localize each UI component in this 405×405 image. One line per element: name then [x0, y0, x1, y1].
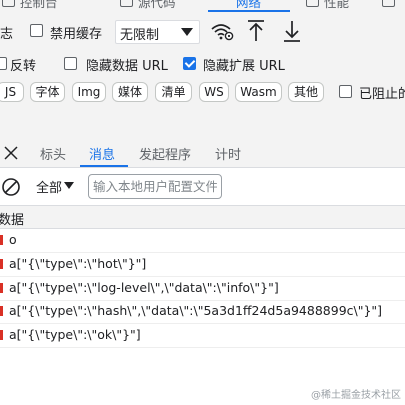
table-row[interactable]: o — [0, 229, 405, 253]
toolbar-spacer — [0, 106, 405, 141]
preserve-log-label: 志 — [0, 27, 14, 42]
disable-cache-checkbox[interactable] — [30, 24, 43, 37]
filter-chip-wasm[interactable]: Wasm — [235, 82, 282, 102]
request-detail-tabs: 标头 消息 发起程序 计时 — [0, 140, 405, 168]
network-conditions-icon[interactable] — [210, 22, 234, 42]
filter-options-bar: 反转 隐藏数据 URL 隐藏扩展 URL — [0, 50, 405, 78]
table-row[interactable]: a["{\"type\":\"log-level\",\"data\":\"in… — [0, 277, 405, 301]
tab-performance[interactable]: 性能 — [324, 0, 349, 11]
clear-messages-icon[interactable] — [1, 177, 21, 197]
export-har-icon[interactable] — [282, 19, 302, 43]
messages-filter-bar: 全部 — [0, 168, 405, 206]
incoming-arrow-icon — [0, 306, 3, 316]
message-data: a["{\"type\":\"log-level\",\"data\":\"in… — [9, 280, 279, 295]
tab-initiator[interactable]: 发起程序 — [139, 144, 191, 163]
incoming-arrow-icon — [0, 259, 3, 269]
filter-chip-ws[interactable]: WS — [199, 82, 229, 102]
chevron-down-icon — [181, 28, 193, 36]
filter-chip-manifest[interactable]: 清单 — [155, 82, 192, 102]
filter-chip-font[interactable]: 字体 — [30, 82, 65, 102]
hide-extension-urls-label: 隐藏扩展 URL — [203, 59, 285, 74]
filter-chip-js[interactable]: JS — [0, 82, 24, 102]
hide-extension-urls-checkbox[interactable] — [183, 57, 196, 70]
message-type-value: 全部 — [36, 181, 63, 196]
throttling-select[interactable]: 无限制 — [115, 20, 200, 44]
console-icon — [2, 0, 15, 7]
resource-type-filter-bar: JS 字体 Img 媒体 清单 WS Wasm 其他 已阻止的 — [0, 78, 405, 106]
table-row[interactable]: a["{\"type\":\"ok\"}"] — [0, 324, 405, 348]
table-row[interactable]: a["{\"type\":\"hot\"}"] — [0, 253, 405, 277]
column-header-data: 数据 — [0, 213, 25, 228]
message-data: o — [9, 232, 17, 247]
performance-icon — [306, 0, 319, 7]
blocked-requests-label: 已阻止的 — [359, 87, 405, 102]
chevron-down-icon — [64, 182, 74, 189]
disable-cache-label: 禁用缓存 — [50, 27, 103, 42]
import-har-icon[interactable] — [246, 19, 266, 43]
sources-icon — [120, 0, 133, 7]
close-icon[interactable] — [3, 145, 19, 161]
network-toolbar: 志 禁用缓存 无限制 — [0, 12, 405, 50]
messages-table-header: 数据 — [0, 206, 405, 229]
tab-timing[interactable]: 计时 — [215, 144, 241, 163]
invert-checkbox[interactable] — [0, 57, 7, 70]
filter-chip-img[interactable]: Img — [72, 82, 106, 102]
incoming-arrow-icon — [0, 235, 3, 245]
invert-label: 反转 — [10, 59, 37, 74]
blocked-requests-checkbox[interactable] — [339, 85, 352, 98]
devtools-tab-strip: 控制台 源代码 网络 性能 — [0, 0, 405, 12]
message-type-select[interactable]: 全部 — [36, 177, 74, 196]
throttling-value: 无限制 — [120, 28, 160, 43]
tab-sources[interactable]: 源代码 — [138, 0, 176, 11]
table-row[interactable]: a["{\"type\":\"hash\",\"data\":\"5a3d1ff… — [0, 300, 405, 324]
tab-headers[interactable]: 标头 — [40, 144, 66, 163]
active-detail-tab-indicator — [80, 165, 128, 167]
tab-console[interactable]: 控制台 — [20, 0, 58, 11]
filter-chip-media[interactable]: 媒体 — [112, 82, 148, 102]
message-data: a["{\"type\":\"ok\"}"] — [9, 327, 141, 342]
message-data: a["{\"type\":\"hot\"}"] — [9, 256, 147, 271]
incoming-arrow-icon — [0, 330, 3, 340]
tab-messages[interactable]: 消息 — [89, 144, 115, 163]
watermark: @稀土掘金技术社区 — [311, 390, 401, 401]
filter-chip-other[interactable]: 其他 — [288, 82, 324, 102]
memory-icon — [382, 0, 395, 7]
hide-data-urls-label: 隐藏数据 URL — [86, 59, 168, 74]
hide-data-urls-checkbox[interactable] — [64, 57, 77, 70]
messages-search-input[interactable] — [88, 174, 222, 199]
incoming-arrow-icon — [0, 283, 3, 293]
message-data: a["{\"type\":\"hash\",\"data\":\"5a3d1ff… — [9, 303, 383, 318]
